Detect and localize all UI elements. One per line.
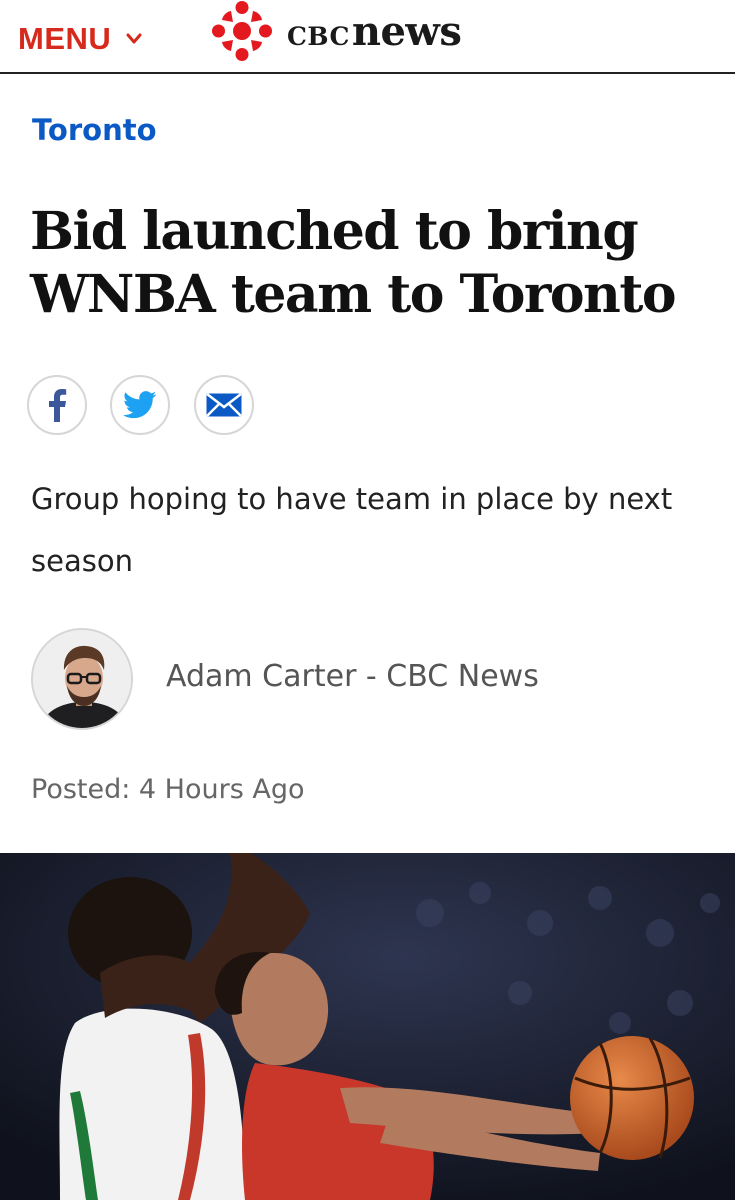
article-lead-photo[interactable] [0, 853, 735, 1200]
brand-cbc: CBC [287, 21, 350, 51]
article-headline: Bid launched to bring WNBA team to Toron… [30, 200, 720, 326]
menu-button[interactable]: MENU [18, 20, 143, 58]
cbc-news-logo[interactable]: CBC news [211, 1, 462, 61]
share-email-button[interactable] [194, 375, 254, 435]
cbc-gem-icon [212, 1, 272, 61]
headline-line-2: WNBA team to Toronto [30, 264, 677, 325]
brand-news: news [351, 7, 462, 55]
author-photo [33, 630, 131, 728]
facebook-icon [49, 389, 67, 422]
author-byline[interactable]: Adam Carter - CBC News [166, 659, 539, 694]
author-avatar[interactable] [31, 628, 133, 730]
share-facebook-button[interactable] [27, 375, 87, 435]
brand-wordmark: CBC news [287, 7, 462, 55]
menu-label: MENU [18, 21, 112, 56]
share-twitter-button[interactable] [110, 375, 170, 435]
posted-time: Posted: 4 Hours Ago [31, 774, 305, 805]
headline-line-1: Bid launched to bring [30, 201, 639, 262]
chevron-down-icon [126, 33, 142, 44]
section-link[interactable]: Toronto [32, 113, 157, 147]
twitter-icon [123, 391, 157, 419]
email-icon [206, 393, 242, 417]
site-header: MENU CBC news [0, 0, 735, 74]
article-deck: Group hoping to have team in place by ne… [31, 482, 673, 578]
basketball-photo [0, 853, 735, 1200]
